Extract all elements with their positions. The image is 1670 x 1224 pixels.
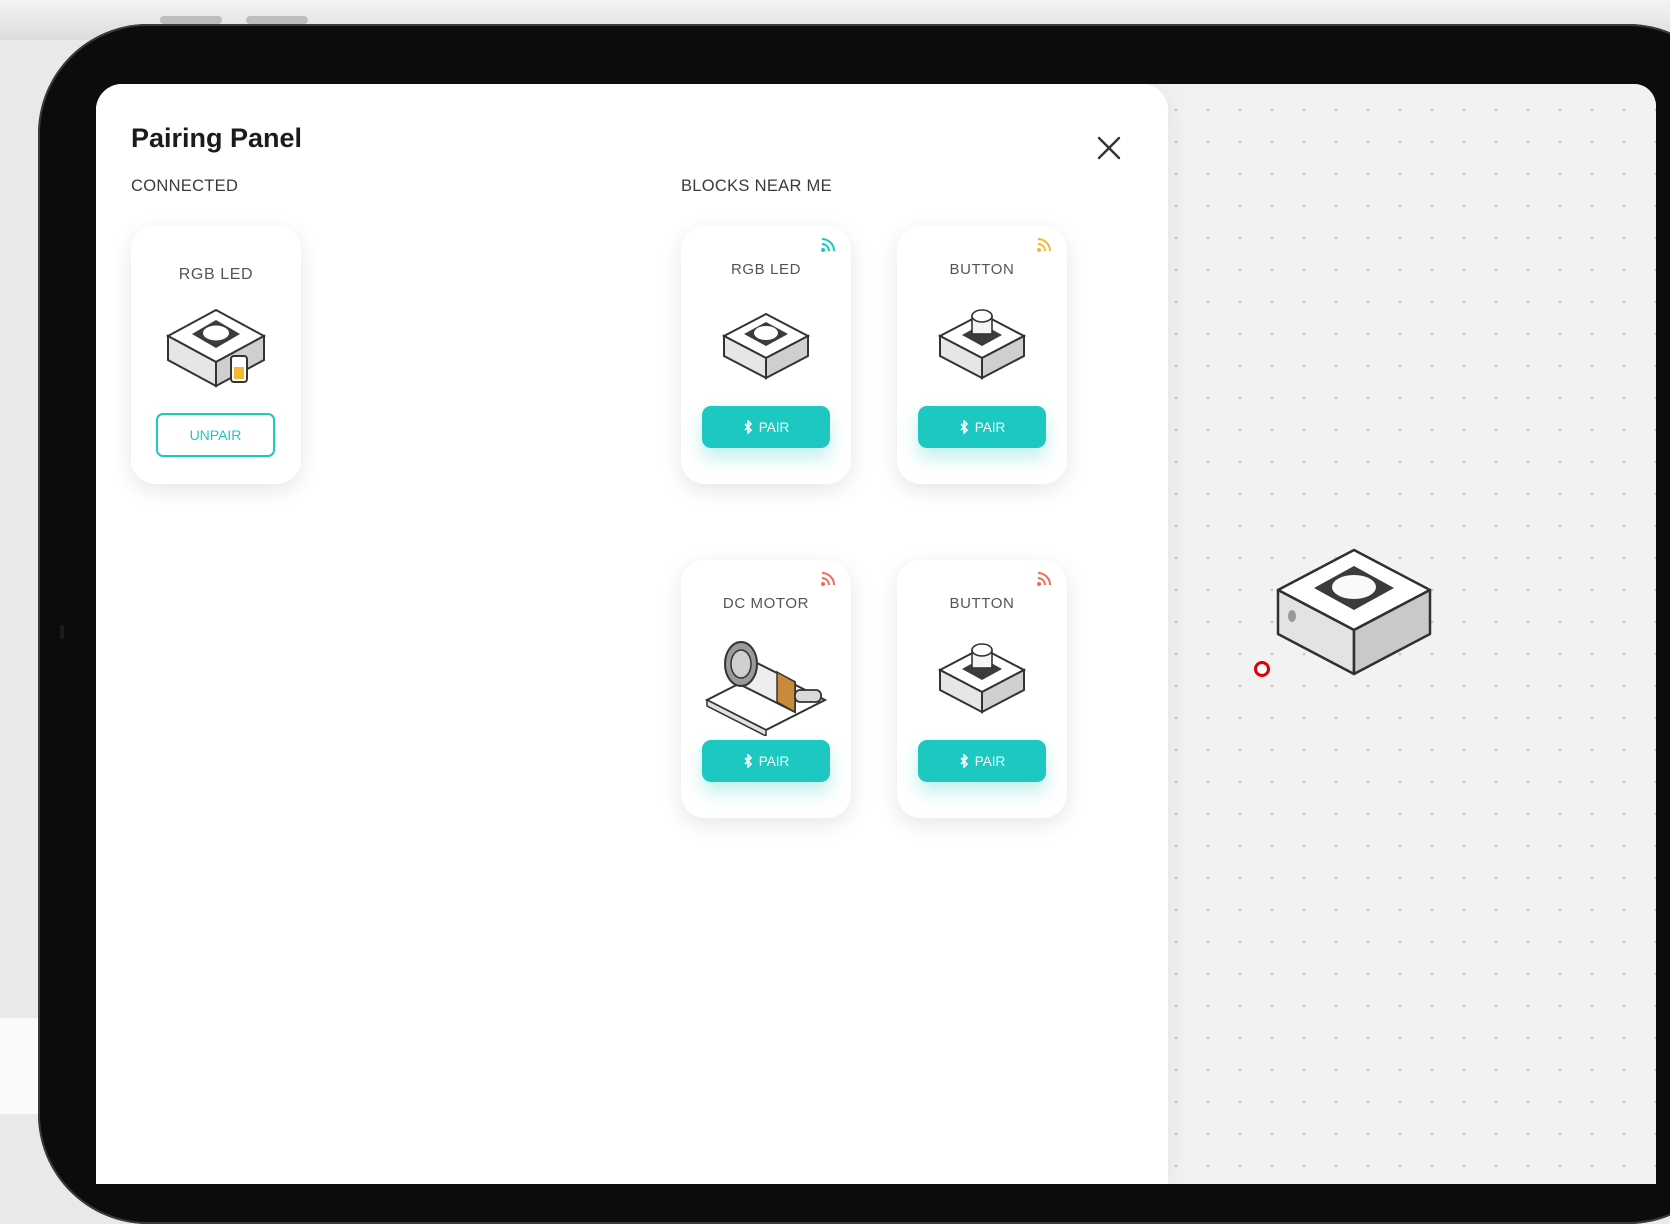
pair-button[interactable]: PAIR <box>918 406 1046 448</box>
close-button[interactable] <box>1089 128 1129 168</box>
rgb-led-block-node[interactable] <box>1254 524 1454 704</box>
panel-title: Pairing Panel <box>131 123 303 153</box>
block-name: BUTTON <box>949 595 1015 612</box>
bluetooth-icon <box>960 420 968 434</box>
wifi-signal-icon <box>821 572 835 586</box>
pair-button[interactable]: PAIR <box>918 740 1046 782</box>
bluetooth-icon <box>960 754 968 768</box>
wifi-signal-icon <box>1037 238 1051 252</box>
nearby-block-card[interactable]: RGB LED PAIR <box>681 226 851 484</box>
close-icon <box>1097 136 1121 160</box>
nearby-block-card[interactable]: BUTTON PAIR <box>897 226 1067 484</box>
volume-button <box>246 16 308 24</box>
nearby-block-card[interactable]: DC MOTOR PAIR <box>681 560 851 818</box>
pair-button[interactable]: PAIR <box>702 406 830 448</box>
pair-button-label: PAIR <box>758 419 790 435</box>
pair-button-label: PAIR <box>758 753 790 769</box>
block-name: RGB LED <box>178 266 254 283</box>
nearby-block-card[interactable]: BUTTON PAIR <box>897 560 1067 818</box>
volume-button <box>160 16 222 24</box>
block-name: DC MOTOR <box>722 595 810 612</box>
pair-button-label: PAIR <box>974 753 1006 769</box>
blocks-near-me-label: BLOCKS NEAR ME <box>681 177 832 195</box>
button-block-icon <box>937 309 1027 380</box>
dc-motor-block-icon <box>704 641 828 736</box>
block-name: BUTTON <box>949 261 1015 278</box>
connection-port[interactable] <box>1254 661 1270 677</box>
pair-button[interactable]: PAIR <box>702 740 830 782</box>
wifi-signal-icon <box>821 238 835 252</box>
unpair-button[interactable]: UNPAIR <box>156 413 275 457</box>
side-sensor <box>60 625 64 639</box>
connected-label: CONNECTED <box>131 177 239 195</box>
pairing-panel: Pairing Panel CONNECTED BLOCKS NEAR ME R… <box>96 84 1168 1184</box>
button-block-icon <box>937 643 1027 714</box>
block-name: RGB LED <box>730 261 802 278</box>
rgb-led-block-icon <box>165 308 267 388</box>
connected-block-card[interactable]: RGB LED UNPAIR <box>131 226 301 484</box>
bluetooth-icon <box>744 754 752 768</box>
pair-button-label: PAIR <box>974 419 1006 435</box>
rgb-led-block-icon <box>721 312 811 380</box>
background-surface <box>0 1018 38 1114</box>
tablet-screen: Pairing Panel CONNECTED BLOCKS NEAR ME R… <box>96 84 1656 1184</box>
bluetooth-icon <box>744 420 752 434</box>
wifi-signal-icon <box>1037 572 1051 586</box>
